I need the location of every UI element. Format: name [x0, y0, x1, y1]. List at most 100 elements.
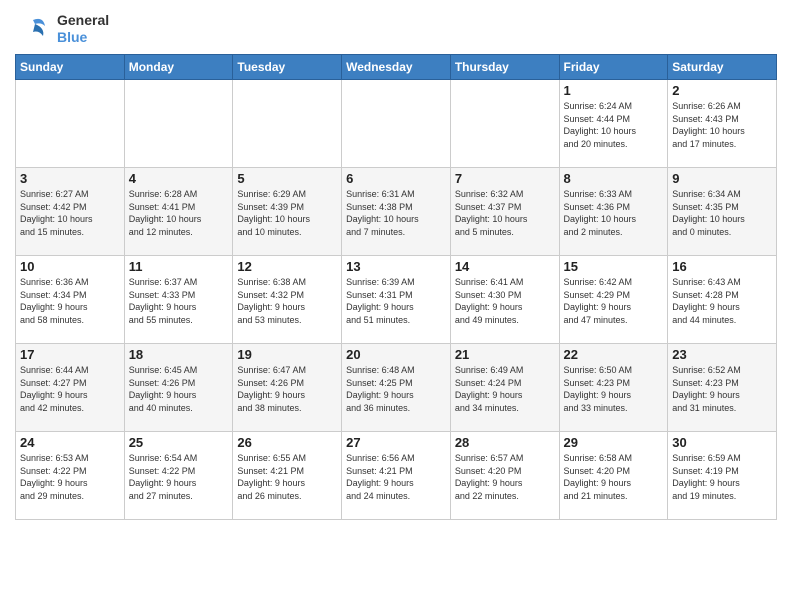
- day-number: 22: [564, 347, 664, 362]
- day-number: 2: [672, 83, 772, 98]
- logo-svg: [15, 10, 53, 48]
- week-row-1: 1 Sunrise: 6:24 AM Sunset: 4:44 PM Daylig…: [16, 80, 777, 168]
- day-number: 16: [672, 259, 772, 274]
- day-number: 10: [20, 259, 120, 274]
- day-number: 3: [20, 171, 120, 186]
- day-cell: 22 Sunrise: 6:50 AM Sunset: 4:23 PM Dayli…: [559, 344, 668, 432]
- header-friday: Friday: [559, 55, 668, 80]
- header-row: SundayMondayTuesdayWednesdayThursdayFrid…: [16, 55, 777, 80]
- day-cell: 2 Sunrise: 6:26 AM Sunset: 4:43 PM Daylig…: [668, 80, 777, 168]
- day-info: Sunrise: 6:37 AM Sunset: 4:33 PM Dayligh…: [129, 276, 229, 326]
- week-row-2: 3 Sunrise: 6:27 AM Sunset: 4:42 PM Daylig…: [16, 168, 777, 256]
- day-number: 30: [672, 435, 772, 450]
- week-row-4: 17 Sunrise: 6:44 AM Sunset: 4:27 PM Dayli…: [16, 344, 777, 432]
- day-number: 27: [346, 435, 446, 450]
- day-cell: 9Sunrise: 6:34 AM Sunset: 4:35 PM Daylig…: [668, 168, 777, 256]
- day-info: Sunrise: 6:50 AM Sunset: 4:23 PM Dayligh…: [564, 364, 664, 414]
- day-info: Sunrise: 6:39 AM Sunset: 4:31 PM Dayligh…: [346, 276, 446, 326]
- header-sunday: Sunday: [16, 55, 125, 80]
- logo-blue: Blue: [57, 29, 109, 46]
- day-number: 7: [455, 171, 555, 186]
- day-cell: 1 Sunrise: 6:24 AM Sunset: 4:44 PM Daylig…: [559, 80, 668, 168]
- day-info: Sunrise: 6:33 AM Sunset: 4:36 PM Dayligh…: [564, 188, 664, 238]
- day-number: 14: [455, 259, 555, 274]
- day-info: Sunrise: 6:29 AM Sunset: 4:39 PM Dayligh…: [237, 188, 337, 238]
- day-info: Sunrise: 6:55 AM Sunset: 4:21 PM Dayligh…: [237, 452, 337, 502]
- day-number: 8: [564, 171, 664, 186]
- day-number: 17: [20, 347, 120, 362]
- day-number: 25: [129, 435, 229, 450]
- day-info: Sunrise: 6:43 AM Sunset: 4:28 PM Dayligh…: [672, 276, 772, 326]
- day-info: Sunrise: 6:57 AM Sunset: 4:20 PM Dayligh…: [455, 452, 555, 502]
- day-number: 23: [672, 347, 772, 362]
- day-info: Sunrise: 6:38 AM Sunset: 4:32 PM Dayligh…: [237, 276, 337, 326]
- week-row-5: 24 Sunrise: 6:53 AM Sunset: 4:22 PM Dayli…: [16, 432, 777, 520]
- day-info: Sunrise: 6:34 AM Sunset: 4:35 PM Dayligh…: [672, 188, 772, 238]
- day-cell: 12Sunrise: 6:38 AM Sunset: 4:32 PM Dayli…: [233, 256, 342, 344]
- day-info: Sunrise: 6:27 AM Sunset: 4:42 PM Dayligh…: [20, 188, 120, 238]
- day-cell: 30Sunrise: 6:59 AM Sunset: 4:19 PM Dayli…: [668, 432, 777, 520]
- day-info: Sunrise: 6:41 AM Sunset: 4:30 PM Dayligh…: [455, 276, 555, 326]
- header-thursday: Thursday: [450, 55, 559, 80]
- day-number: 15: [564, 259, 664, 274]
- day-cell: 5 Sunrise: 6:29 AM Sunset: 4:39 PM Daylig…: [233, 168, 342, 256]
- day-info: Sunrise: 6:42 AM Sunset: 4:29 PM Dayligh…: [564, 276, 664, 326]
- day-cell: 6 Sunrise: 6:31 AM Sunset: 4:38 PM Daylig…: [342, 168, 451, 256]
- day-cell: 15 Sunrise: 6:42 AM Sunset: 4:29 PM Dayli…: [559, 256, 668, 344]
- day-info: Sunrise: 6:49 AM Sunset: 4:24 PM Dayligh…: [455, 364, 555, 414]
- day-info: Sunrise: 6:32 AM Sunset: 4:37 PM Dayligh…: [455, 188, 555, 238]
- header-saturday: Saturday: [668, 55, 777, 80]
- day-info: Sunrise: 6:28 AM Sunset: 4:41 PM Dayligh…: [129, 188, 229, 238]
- day-info: Sunrise: 6:53 AM Sunset: 4:22 PM Dayligh…: [20, 452, 120, 502]
- day-number: 26: [237, 435, 337, 450]
- day-cell: 28Sunrise: 6:57 AM Sunset: 4:20 PM Dayli…: [450, 432, 559, 520]
- day-number: 19: [237, 347, 337, 362]
- day-number: 24: [20, 435, 120, 450]
- day-number: 11: [129, 259, 229, 274]
- day-number: 18: [129, 347, 229, 362]
- day-cell: 27 Sunrise: 6:56 AM Sunset: 4:21 PM Dayli…: [342, 432, 451, 520]
- day-cell: 17 Sunrise: 6:44 AM Sunset: 4:27 PM Dayli…: [16, 344, 125, 432]
- day-info: Sunrise: 6:56 AM Sunset: 4:21 PM Dayligh…: [346, 452, 446, 502]
- day-cell: 23Sunrise: 6:52 AM Sunset: 4:23 PM Dayli…: [668, 344, 777, 432]
- day-number: 29: [564, 435, 664, 450]
- day-info: Sunrise: 6:36 AM Sunset: 4:34 PM Dayligh…: [20, 276, 120, 326]
- day-info: Sunrise: 6:47 AM Sunset: 4:26 PM Dayligh…: [237, 364, 337, 414]
- day-cell: [233, 80, 342, 168]
- day-number: 5: [237, 171, 337, 186]
- day-number: 13: [346, 259, 446, 274]
- day-cell: 8 Sunrise: 6:33 AM Sunset: 4:36 PM Daylig…: [559, 168, 668, 256]
- day-info: Sunrise: 6:54 AM Sunset: 4:22 PM Dayligh…: [129, 452, 229, 502]
- day-cell: 13 Sunrise: 6:39 AM Sunset: 4:31 PM Dayli…: [342, 256, 451, 344]
- day-info: Sunrise: 6:31 AM Sunset: 4:38 PM Dayligh…: [346, 188, 446, 238]
- day-info: Sunrise: 6:44 AM Sunset: 4:27 PM Dayligh…: [20, 364, 120, 414]
- day-number: 6: [346, 171, 446, 186]
- day-cell: 26 Sunrise: 6:55 AM Sunset: 4:21 PM Dayli…: [233, 432, 342, 520]
- day-info: Sunrise: 6:26 AM Sunset: 4:43 PM Dayligh…: [672, 100, 772, 150]
- calendar-table: SundayMondayTuesdayWednesdayThursdayFrid…: [15, 54, 777, 520]
- day-info: Sunrise: 6:48 AM Sunset: 4:25 PM Dayligh…: [346, 364, 446, 414]
- day-cell: 4 Sunrise: 6:28 AM Sunset: 4:41 PM Daylig…: [124, 168, 233, 256]
- day-info: Sunrise: 6:24 AM Sunset: 4:44 PM Dayligh…: [564, 100, 664, 150]
- day-cell: 18 Sunrise: 6:45 AM Sunset: 4:26 PM Dayli…: [124, 344, 233, 432]
- day-cell: 11 Sunrise: 6:37 AM Sunset: 4:33 PM Dayli…: [124, 256, 233, 344]
- day-cell: 24 Sunrise: 6:53 AM Sunset: 4:22 PM Dayli…: [16, 432, 125, 520]
- day-cell: [450, 80, 559, 168]
- day-cell: 16 Sunrise: 6:43 AM Sunset: 4:28 PM Dayli…: [668, 256, 777, 344]
- day-cell: 20 Sunrise: 6:48 AM Sunset: 4:25 PM Dayli…: [342, 344, 451, 432]
- day-cell: [124, 80, 233, 168]
- day-number: 21: [455, 347, 555, 362]
- day-cell: [16, 80, 125, 168]
- day-cell: 25 Sunrise: 6:54 AM Sunset: 4:22 PM Dayli…: [124, 432, 233, 520]
- day-cell: 19 Sunrise: 6:47 AM Sunset: 4:26 PM Dayli…: [233, 344, 342, 432]
- day-cell: 29Sunrise: 6:58 AM Sunset: 4:20 PM Dayli…: [559, 432, 668, 520]
- header: GeneralBlue: [15, 10, 777, 48]
- day-number: 20: [346, 347, 446, 362]
- day-cell: 10 Sunrise: 6:36 AM Sunset: 4:34 PM Dayli…: [16, 256, 125, 344]
- header-monday: Monday: [124, 55, 233, 80]
- day-number: 1: [564, 83, 664, 98]
- day-info: Sunrise: 6:45 AM Sunset: 4:26 PM Dayligh…: [129, 364, 229, 414]
- day-number: 4: [129, 171, 229, 186]
- page: GeneralBlue SundayMondayTuesdayWednesday…: [0, 0, 792, 530]
- logo: GeneralBlue: [15, 10, 109, 48]
